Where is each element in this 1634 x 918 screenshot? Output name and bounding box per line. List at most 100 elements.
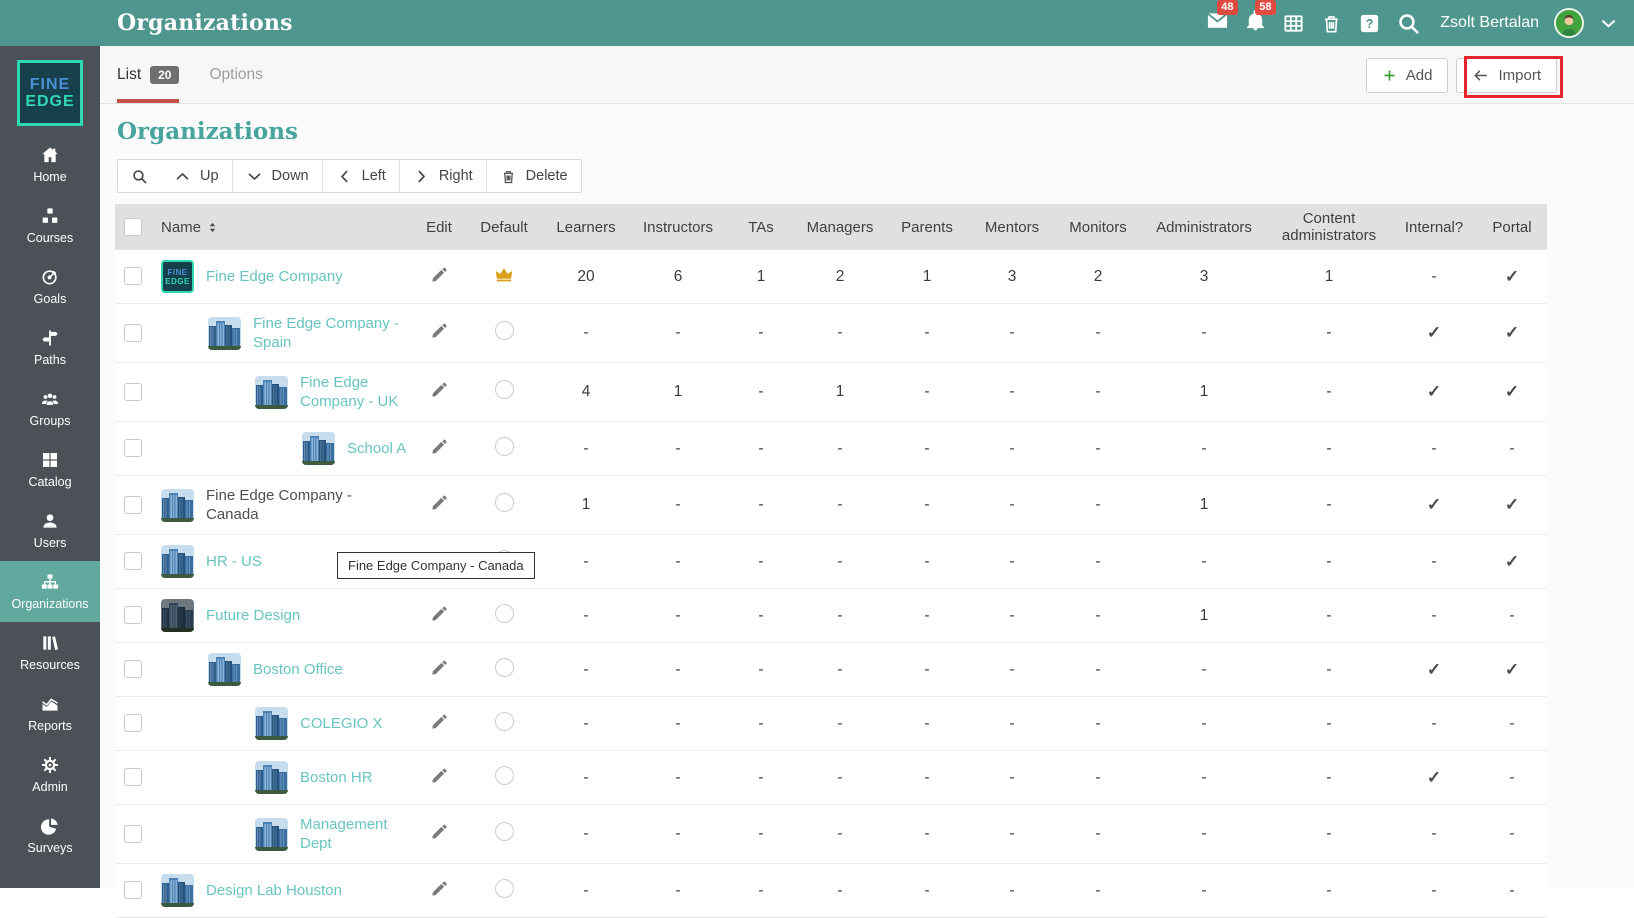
org-link[interactable]: Fine Edge Company xyxy=(206,267,343,286)
column-header-default: Default xyxy=(465,204,543,250)
edit-pencil-icon[interactable] xyxy=(430,822,449,841)
sidebar-item-home[interactable]: Home xyxy=(0,134,100,195)
help-button[interactable]: ? xyxy=(1358,12,1381,35)
edit-pencil-icon[interactable] xyxy=(430,766,449,785)
cell-learners: - xyxy=(543,421,629,476)
cell-mentors: - xyxy=(969,696,1055,751)
default-radio[interactable] xyxy=(494,603,514,623)
check-icon: ✓ xyxy=(1426,323,1442,342)
table-row: FINE EDGE Fine Edge Company 20 6 1 2 1 3 2 3 1 - ✓ xyxy=(115,250,1547,304)
org-link[interactable]: Boston Office xyxy=(253,660,343,679)
cell-select xyxy=(115,421,151,476)
sidebar-item-admin[interactable]: Admin xyxy=(0,744,100,805)
default-radio[interactable] xyxy=(494,711,514,731)
toolbar-search-button[interactable] xyxy=(118,160,161,192)
row-checkbox[interactable] xyxy=(124,323,142,342)
cell-managers: - xyxy=(795,696,885,751)
edit-pencil-icon[interactable] xyxy=(430,712,449,731)
cell-value: - xyxy=(924,881,930,899)
edit-pencil-icon[interactable] xyxy=(430,380,449,399)
toolbar-right-button[interactable]: Right xyxy=(398,160,486,192)
edit-pencil-icon[interactable] xyxy=(430,437,449,456)
toolbar-left-button[interactable]: Left xyxy=(321,160,399,192)
sidebar-item-surveys[interactable]: Surveys xyxy=(0,805,100,866)
sidebar-item-paths[interactable]: Paths xyxy=(0,317,100,378)
import-button[interactable]: Import xyxy=(1456,57,1557,93)
sidebar-item-catalog[interactable]: Catalog xyxy=(0,439,100,500)
default-radio[interactable] xyxy=(494,822,514,841)
row-checkbox[interactable] xyxy=(124,495,142,514)
default-radio[interactable] xyxy=(494,380,514,399)
attendance-grid-button[interactable] xyxy=(1282,12,1305,35)
messages-button[interactable]: 48 xyxy=(1206,0,1238,37)
column-header-tas: TAs xyxy=(727,204,795,250)
default-radio[interactable] xyxy=(494,765,514,785)
row-checkbox[interactable] xyxy=(124,439,142,458)
sidebar-item-users[interactable]: Users xyxy=(0,500,100,561)
row-checkbox[interactable] xyxy=(124,768,142,787)
notifications-button[interactable]: 58 xyxy=(1244,0,1276,37)
edit-pencil-icon[interactable] xyxy=(430,604,449,623)
avatar[interactable] xyxy=(1554,8,1584,38)
default-radio[interactable] xyxy=(494,436,514,456)
sidebar-item-goals[interactable]: Goals xyxy=(0,256,100,317)
edit-pencil-icon[interactable] xyxy=(430,879,449,898)
tab-options[interactable]: Options xyxy=(209,46,262,103)
cell-value: - xyxy=(758,552,764,570)
row-checkbox[interactable] xyxy=(124,382,142,401)
chevron-down-icon[interactable] xyxy=(1599,14,1618,33)
org-link[interactable]: HR - US xyxy=(206,552,262,571)
org-link[interactable]: Future Design xyxy=(206,606,300,625)
row-checkbox[interactable] xyxy=(124,824,142,843)
add-button[interactable]: Add xyxy=(1365,57,1449,93)
default-radio[interactable] xyxy=(494,493,514,512)
toolbar-down-button[interactable]: Down xyxy=(231,160,322,192)
sidebar-item-organizations[interactable]: Organizations xyxy=(0,561,100,622)
sidebar-item-resources[interactable]: Resources xyxy=(0,622,100,683)
row-checkbox[interactable] xyxy=(124,660,142,679)
toolbar-delete-button[interactable]: Delete xyxy=(485,160,581,192)
edit-pencil-icon[interactable] xyxy=(430,265,449,284)
row-checkbox[interactable] xyxy=(124,714,142,733)
org-link[interactable]: COLEGIO X xyxy=(300,714,383,733)
sort-icon[interactable] xyxy=(205,220,220,235)
row-checkbox[interactable] xyxy=(124,606,142,625)
org-link[interactable]: Design Lab Houston xyxy=(206,881,342,900)
cell-monitors: - xyxy=(1055,362,1141,422)
org-link[interactable]: Fine Edge Company - Spain xyxy=(253,314,413,352)
check-icon: ✓ xyxy=(1426,659,1442,679)
user-name[interactable]: Zsolt Bertalan xyxy=(1440,14,1539,32)
default-crown-icon xyxy=(493,263,515,285)
cell-name: Future Design xyxy=(151,588,413,643)
edit-pencil-icon[interactable] xyxy=(430,658,449,677)
toolbar-up-button[interactable]: Up xyxy=(161,160,232,192)
row-checkbox[interactable] xyxy=(124,267,142,286)
row-checkbox[interactable] xyxy=(124,881,142,900)
trash-button[interactable] xyxy=(1320,12,1343,35)
cell-default xyxy=(465,475,543,535)
cell-value: - xyxy=(758,606,764,624)
edit-pencil-icon[interactable] xyxy=(430,493,449,512)
cell-value: - xyxy=(675,552,681,570)
sidebar-item-reports[interactable]: Reports xyxy=(0,683,100,744)
org-link[interactable]: Fine Edge Company - Canada xyxy=(206,486,391,524)
cell-portal: - xyxy=(1477,750,1547,805)
org-link[interactable]: School A xyxy=(347,439,406,458)
default-radio[interactable] xyxy=(494,878,514,898)
sidebar-item-groups[interactable]: Groups xyxy=(0,378,100,439)
row-checkbox[interactable] xyxy=(124,552,142,571)
app-logo[interactable]: FINE EDGE xyxy=(17,60,83,126)
search-button[interactable] xyxy=(1396,11,1421,36)
org-link[interactable]: Management Dept xyxy=(300,815,413,853)
cell-value: - xyxy=(1009,383,1015,400)
edit-pencil-icon[interactable] xyxy=(430,321,449,340)
sidebar-item-courses[interactable]: Courses xyxy=(0,195,100,256)
org-link[interactable]: Fine Edge Company - UK xyxy=(300,373,413,411)
default-radio[interactable] xyxy=(494,321,514,340)
tab-list[interactable]: List 20 xyxy=(117,46,180,103)
table-toolbar: Up Down Left Right Delete xyxy=(117,159,582,193)
select-all-checkbox[interactable] xyxy=(124,218,142,237)
cell-value: - xyxy=(1431,267,1437,285)
org-link[interactable]: Boston HR xyxy=(300,768,373,787)
default-radio[interactable] xyxy=(494,657,514,677)
